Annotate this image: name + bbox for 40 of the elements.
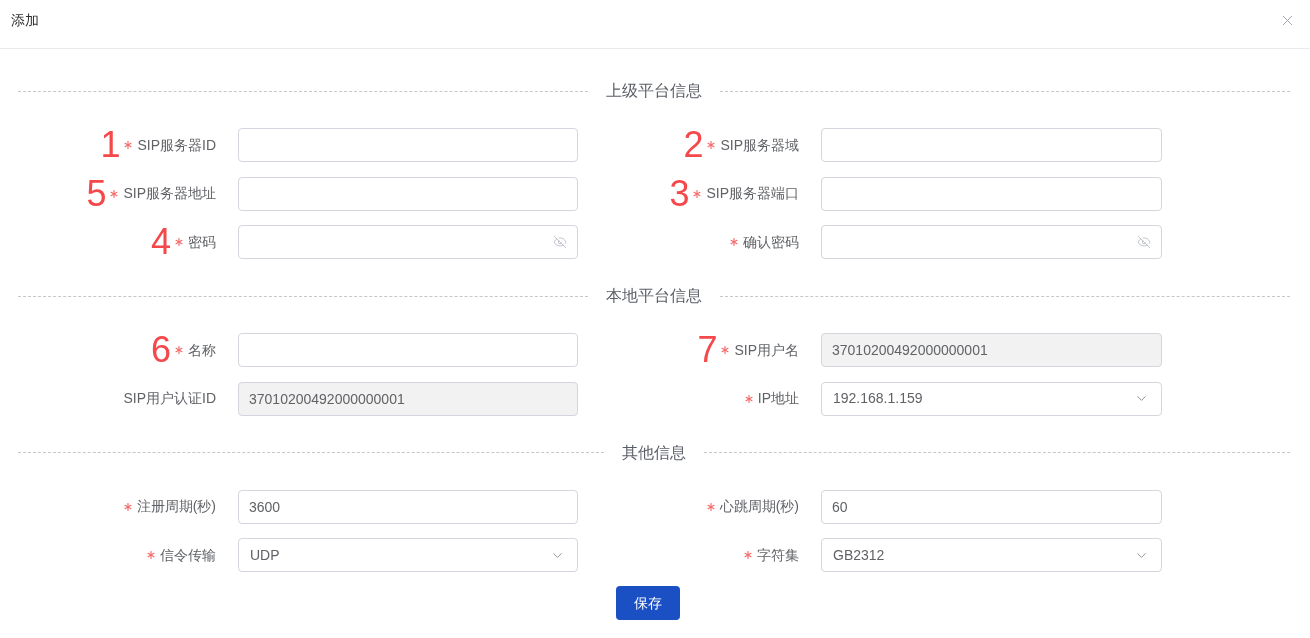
field-label: 注册周期(秒) bbox=[136, 497, 216, 516]
save-button[interactable]: 保存 bbox=[616, 586, 680, 620]
annotation-number: 7 bbox=[697, 333, 718, 367]
text-field[interactable] bbox=[238, 176, 578, 211]
dialog-title: 添加 bbox=[11, 11, 39, 30]
password-field[interactable] bbox=[238, 225, 578, 259]
annotation-number: 3 bbox=[669, 176, 690, 211]
field-label: 信令传输 bbox=[160, 545, 216, 565]
field-label: 名称 bbox=[188, 340, 216, 360]
field-label: 密码 bbox=[188, 232, 216, 252]
field-label: SIP服务器域 bbox=[720, 135, 799, 155]
section-title: 本地平台信息 bbox=[606, 286, 702, 306]
text-field[interactable] bbox=[238, 333, 578, 367]
section-title: 上级平台信息 bbox=[606, 81, 702, 101]
eye-off-icon[interactable] bbox=[1137, 235, 1151, 249]
text-field[interactable] bbox=[821, 128, 1162, 162]
field-label: SIP用户认证ID bbox=[123, 389, 216, 408]
field-label: 确认密码 bbox=[743, 232, 799, 252]
password-field[interactable] bbox=[821, 225, 1162, 259]
eye-off-icon[interactable] bbox=[553, 235, 567, 249]
field-label: SIP用户名 bbox=[734, 340, 799, 360]
annotation-number: 2 bbox=[683, 128, 704, 162]
field-label: SIP服务器ID bbox=[137, 135, 216, 155]
field-label: SIP服务器端口 bbox=[706, 184, 799, 203]
field-label: IP地址 bbox=[757, 389, 799, 408]
annotation-number: 4 bbox=[150, 225, 171, 259]
text-field[interactable] bbox=[821, 176, 1162, 211]
annotation-number: 6 bbox=[150, 333, 171, 367]
annotation-number: 1 bbox=[100, 128, 121, 162]
select-field[interactable]: UDP bbox=[238, 538, 578, 572]
text-field[interactable]: 60 bbox=[821, 489, 1162, 524]
field-label: 字符集 bbox=[757, 545, 799, 565]
select-field[interactable]: 192.168.1.159 bbox=[821, 381, 1162, 416]
select-field[interactable]: GB2312 bbox=[821, 538, 1162, 572]
field-label: SIP服务器地址 bbox=[123, 184, 216, 203]
annotation-number: 5 bbox=[86, 176, 107, 211]
section-title: 其他信息 bbox=[622, 442, 686, 463]
text-field[interactable] bbox=[238, 128, 578, 162]
text-field[interactable]: 3600 bbox=[238, 489, 578, 524]
field-label: 心跳周期(秒) bbox=[719, 497, 799, 516]
